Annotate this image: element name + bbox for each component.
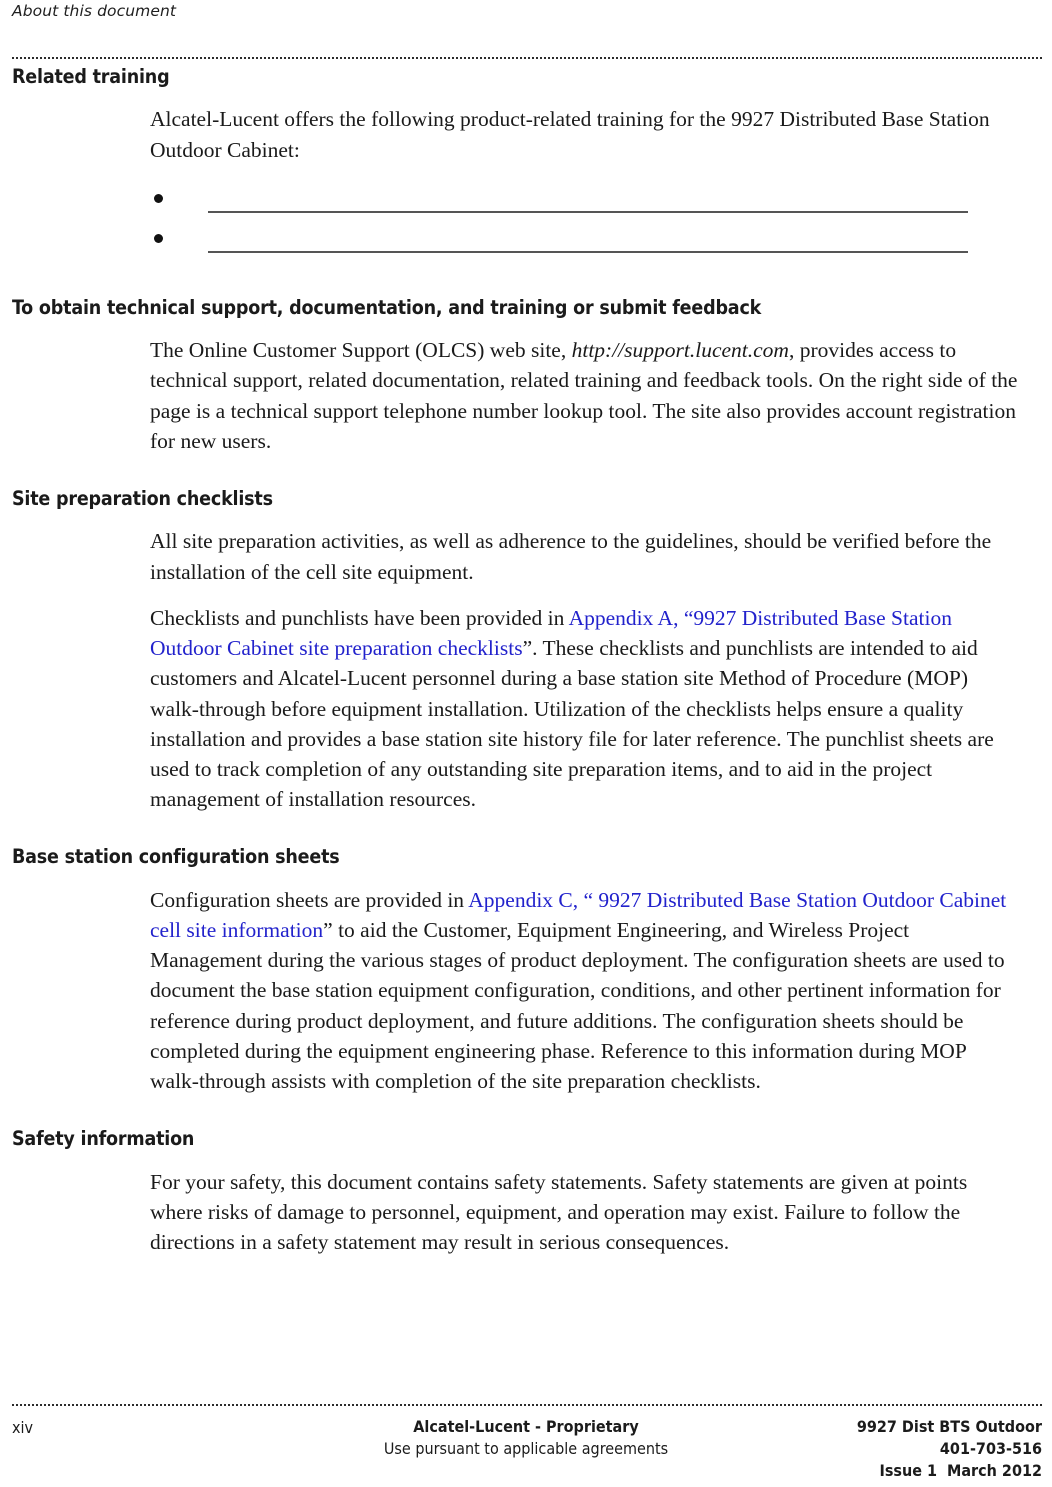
safety-information-body: For your safety, this document contains … (150, 1167, 1020, 1258)
site-preparation-body: All site preparation activities, as well… (150, 526, 1020, 814)
footer-issue-and-date: Issue 1 March 2012 (857, 1460, 1042, 1482)
support-site-url[interactable]: http://support.lucent.com (572, 338, 789, 362)
related-training-body: Alcatel-Lucent offers the following prod… (150, 104, 1020, 264)
related-training-blank-list (150, 185, 1020, 265)
safety-information-paragraph: For your safety, this document contains … (150, 1169, 968, 1254)
header-divider-rule (12, 57, 1042, 59)
site-preparation-paragraph-1: All site preparation activities, as well… (150, 529, 992, 584)
footer-date: March 2012 (947, 1461, 1042, 1480)
technical-support-paragraph: The Online Customer Support (OLCS) web s… (150, 335, 1020, 456)
footer-document-title: 9927 Dist BTS Outdoor (856, 1417, 1042, 1436)
footer-document-info: 9927 Dist BTS Outdoor 401-703-516 Issue … (857, 1416, 1042, 1482)
page-footer: xiv Alcatel-Lucent - Proprietary Use pur… (0, 1412, 1052, 1487)
blank-fill-in-rule[interactable] (208, 210, 968, 213)
paragraph-text-tail: ”. These checklists and punchlists are i… (150, 636, 994, 812)
list-item (150, 225, 1020, 265)
section-heading-site-preparation-checklists: Site preparation checklists (12, 487, 273, 511)
section-heading-technical-support: To obtain technical support, documentati… (12, 295, 762, 319)
blank-fill-in-rule[interactable] (208, 250, 968, 253)
running-header-title: About this document (12, 2, 177, 20)
section-heading-related-training: Related training (12, 65, 170, 88)
footer-issue: Issue 1 (879, 1461, 937, 1480)
footer-divider-rule (12, 1404, 1042, 1406)
paragraph-text-lead: Configuration sheets are provided in (150, 887, 469, 912)
section-heading-safety-information: Safety information (12, 1127, 195, 1151)
configuration-sheets-paragraph: Configuration sheets are provided in App… (150, 885, 1020, 1096)
related-training-intro-paragraph: Alcatel-Lucent offers the following prod… (150, 107, 990, 162)
paragraph-text-lead: Checklists and punchlists have been prov… (150, 605, 569, 630)
paragraph-text-tail: ” to aid the Customer, Equipment Enginee… (150, 917, 1005, 1093)
footer-document-number: 401-703-516 (939, 1439, 1042, 1458)
bullet-dot-icon (154, 233, 163, 243)
section-heading-base-station-configuration-sheets: Base station configuration sheets (12, 845, 340, 869)
page-content: Related training Alcatel-Lucent offers t… (0, 65, 1052, 1258)
site-preparation-paragraph-2: Checklists and punchlists have been prov… (150, 603, 1020, 814)
list-item (150, 185, 1020, 225)
technical-support-body: The Online Customer Support (OLCS) web s… (150, 335, 1020, 456)
configuration-sheets-body: Configuration sheets are provided in App… (150, 885, 1020, 1096)
paragraph-text-lead: The Online Customer Support (OLCS) web s… (150, 338, 572, 363)
document-page: About this document Related training Alc… (0, 0, 1052, 1487)
bullet-dot-icon (154, 193, 163, 203)
